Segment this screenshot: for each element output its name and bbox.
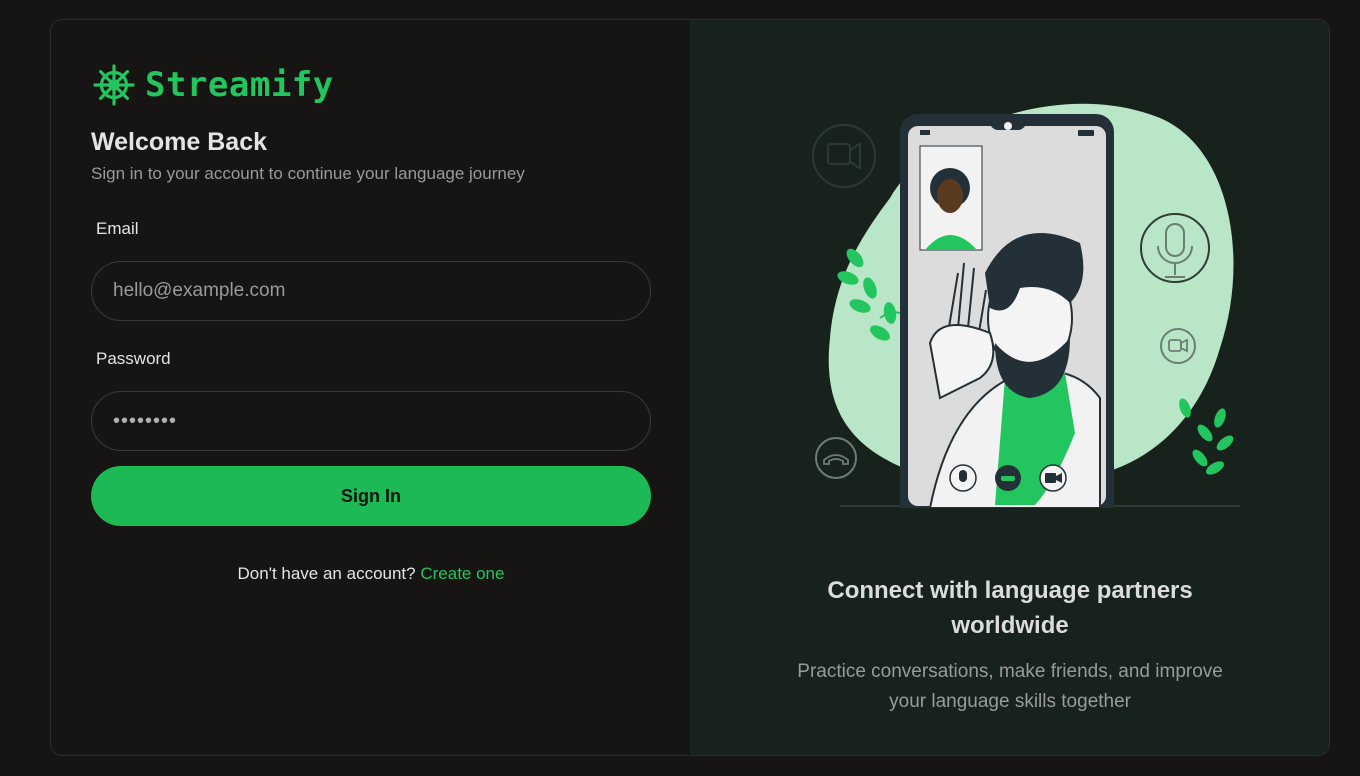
promo-title-line-2: worldwide (951, 612, 1069, 639)
promo-subtitle-line-1: Practice conversations, make friends, an… (797, 661, 1223, 682)
create-account-link[interactable]: Create one (420, 564, 504, 583)
sign-in-button[interactable]: Sign In (91, 466, 651, 526)
promo-title-line-1: Connect with language partners (827, 577, 1193, 604)
password-label: Password (96, 349, 171, 368)
password-input[interactable] (91, 391, 651, 451)
promo-panel: Connect with language partners worldwide… (690, 20, 1329, 755)
brand: Streamify (93, 64, 334, 106)
video-call-illustration (812, 103, 1241, 508)
email-input[interactable] (91, 261, 651, 321)
signup-prompt: Don't have an account? Create one (51, 564, 691, 584)
login-card: Streamify Welcome Back Sign in to your a… (50, 19, 1330, 756)
login-panel: Streamify Welcome Back Sign in to your a… (51, 20, 690, 755)
page-subtitle: Sign in to your account to continue your… (91, 164, 525, 183)
signup-prompt-text: Don't have an account? (237, 564, 416, 583)
page-title: Welcome Back (91, 128, 268, 156)
brand-name: Streamify (145, 65, 334, 105)
promo-title: Connect with language partners worldwide (690, 573, 1329, 643)
promo-subtitle-line-2: your language skills together (889, 691, 1131, 712)
promo-subtitle: Practice conversations, make friends, an… (690, 657, 1329, 717)
ship-wheel-icon (93, 64, 135, 106)
email-label: Email (96, 219, 139, 238)
